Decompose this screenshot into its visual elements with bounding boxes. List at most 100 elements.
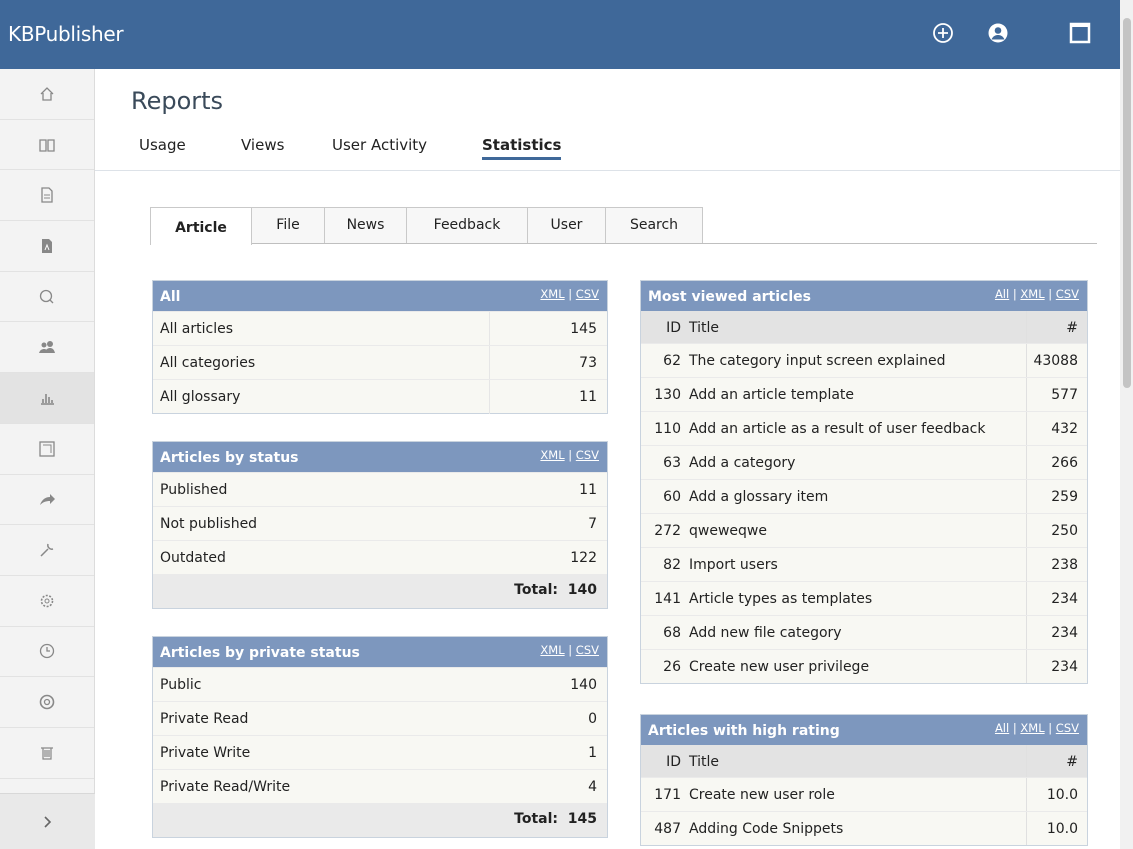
box-all: All XML | CSV All articles 145 All catego… xyxy=(152,280,608,414)
link-separator: | xyxy=(1048,287,1053,301)
add-circle-icon[interactable] xyxy=(932,22,954,44)
home-icon xyxy=(40,86,54,101)
box-title: Articles by private status xyxy=(160,645,360,661)
article-title-link[interactable]: Add a category xyxy=(689,455,795,471)
csv-link[interactable]: CSV xyxy=(576,287,599,301)
article-id: 130 xyxy=(654,387,681,403)
xml-link[interactable]: XML xyxy=(1020,721,1044,735)
article-title-link[interactable]: Add new file category xyxy=(689,625,842,641)
article-title-link[interactable]: Add an article template xyxy=(689,387,854,403)
tab-user-activity[interactable]: User Activity xyxy=(332,136,427,154)
column-header-id: ID xyxy=(666,754,681,770)
article-title-link[interactable]: The category input screen explained xyxy=(689,353,946,369)
table-row: Private Read 0 xyxy=(153,701,607,735)
column-divider xyxy=(1026,311,1027,343)
table-row: 110 Add an article as a result of user fe… xyxy=(641,411,1087,445)
app-title[interactable]: KBPublisher xyxy=(8,22,124,46)
gear-icon xyxy=(40,594,54,608)
sidebar-item-images[interactable] xyxy=(0,424,94,475)
article-title-link[interactable]: qweweqwe xyxy=(689,523,767,539)
sidebar-item-help[interactable] xyxy=(0,677,94,728)
article-count: 250 xyxy=(1051,523,1078,539)
csv-link[interactable]: CSV xyxy=(576,448,599,462)
sidebar-item-home[interactable] xyxy=(0,69,94,120)
scrollbar-thumb[interactable] xyxy=(1123,18,1131,388)
column-header-id: ID xyxy=(666,320,681,336)
csv-link[interactable]: CSV xyxy=(1056,721,1079,735)
all-link[interactable]: All xyxy=(995,721,1009,735)
table-row: 60 Add a glossary item 259 xyxy=(641,479,1087,513)
wrench-icon xyxy=(40,543,54,557)
table-row: Private Write 1 xyxy=(153,735,607,769)
tab-usage[interactable]: Usage xyxy=(139,136,186,154)
table-body: 171 Create new user role 10.0 487 Adding Cod… xyxy=(641,777,1087,845)
csv-link[interactable]: CSV xyxy=(576,643,599,657)
sidebar-item-trash[interactable] xyxy=(0,728,94,779)
tab-views[interactable]: Views xyxy=(241,136,284,154)
csv-link[interactable]: CSV xyxy=(1056,287,1079,301)
link-separator: | xyxy=(568,448,573,462)
article-id: 60 xyxy=(663,489,681,505)
export-links: All | XML | CSV xyxy=(995,721,1079,735)
article-count: 10.0 xyxy=(1046,787,1078,803)
article-count: 234 xyxy=(1051,659,1078,675)
table-header: ID Title # xyxy=(641,745,1087,777)
row-label: All categories xyxy=(160,355,256,371)
subtab-article[interactable]: Article xyxy=(150,207,252,245)
article-title-link[interactable]: Add an article as a result of user feedb… xyxy=(689,421,985,437)
subtab-news[interactable]: News xyxy=(324,207,407,243)
xml-link[interactable]: XML xyxy=(540,448,564,462)
scrollbar[interactable] xyxy=(1120,0,1133,849)
column-header-title: Title xyxy=(689,754,720,770)
article-title-link[interactable]: Add a glossary item xyxy=(689,489,828,505)
sidebar-item-history[interactable] xyxy=(0,627,94,678)
window-icon[interactable] xyxy=(1069,22,1091,44)
table-row: Published 11 xyxy=(153,472,607,506)
article-count: 577 xyxy=(1051,387,1078,403)
article-count: 432 xyxy=(1051,421,1078,437)
article-count: 266 xyxy=(1051,455,1078,471)
subtab-search[interactable]: Search xyxy=(605,207,703,243)
trash-icon xyxy=(41,747,53,760)
sidebar-item-files[interactable] xyxy=(0,221,94,272)
article-title-link[interactable]: Create new user privilege xyxy=(689,659,869,675)
article-title-link[interactable]: Create new user role xyxy=(689,787,835,803)
row-label: All articles xyxy=(160,321,234,337)
article-id: 141 xyxy=(654,591,681,607)
users-icon xyxy=(39,341,55,354)
subtab-feedback[interactable]: Feedback xyxy=(406,207,528,243)
article-title-link[interactable]: Adding Code Snippets xyxy=(689,821,843,837)
export-links: XML | CSV xyxy=(540,448,599,462)
sidebar-expand-button[interactable] xyxy=(0,793,95,849)
subtab-user[interactable]: User xyxy=(527,207,606,243)
sidebar-item-tools[interactable] xyxy=(0,525,94,576)
article-id: 171 xyxy=(654,787,681,803)
column-divider xyxy=(1026,650,1027,683)
xml-link[interactable]: XML xyxy=(540,643,564,657)
xml-link[interactable]: XML xyxy=(1020,287,1044,301)
sidebar-item-share[interactable] xyxy=(0,475,94,526)
table-row: 272 qweweqwe 250 xyxy=(641,513,1087,547)
sidebar-item-feedback[interactable] xyxy=(0,272,94,323)
box-articles-by-private-status: Articles by private status XML | CSV Pub… xyxy=(152,636,608,838)
user-circle-icon[interactable] xyxy=(987,22,1009,44)
sidebar-item-knowledgebase[interactable] xyxy=(0,120,94,171)
row-value: 140 xyxy=(570,677,597,693)
xml-link[interactable]: XML xyxy=(540,287,564,301)
sidebar-item-documents[interactable] xyxy=(0,170,94,222)
column-divider xyxy=(1026,378,1027,411)
article-title-link[interactable]: Import users xyxy=(689,557,778,573)
subtab-file[interactable]: File xyxy=(251,207,325,243)
box-title: Most viewed articles xyxy=(648,289,811,305)
top-bar: KBPublisher xyxy=(0,0,1120,69)
tab-statistics[interactable]: Statistics xyxy=(482,136,562,160)
chart-icon xyxy=(41,393,54,405)
sidebar-item-reports[interactable] xyxy=(0,373,94,424)
table-row: 171 Create new user role 10.0 xyxy=(641,777,1087,811)
main-content: Reports Usage Views User Activity Statis… xyxy=(95,69,1120,849)
article-title-link[interactable]: Article types as templates xyxy=(689,591,872,607)
sidebar-item-users[interactable] xyxy=(0,322,94,374)
sidebar-item-settings[interactable] xyxy=(0,576,94,627)
box-header: Most viewed articles All | XML | CSV xyxy=(641,281,1087,311)
all-link[interactable]: All xyxy=(995,287,1009,301)
